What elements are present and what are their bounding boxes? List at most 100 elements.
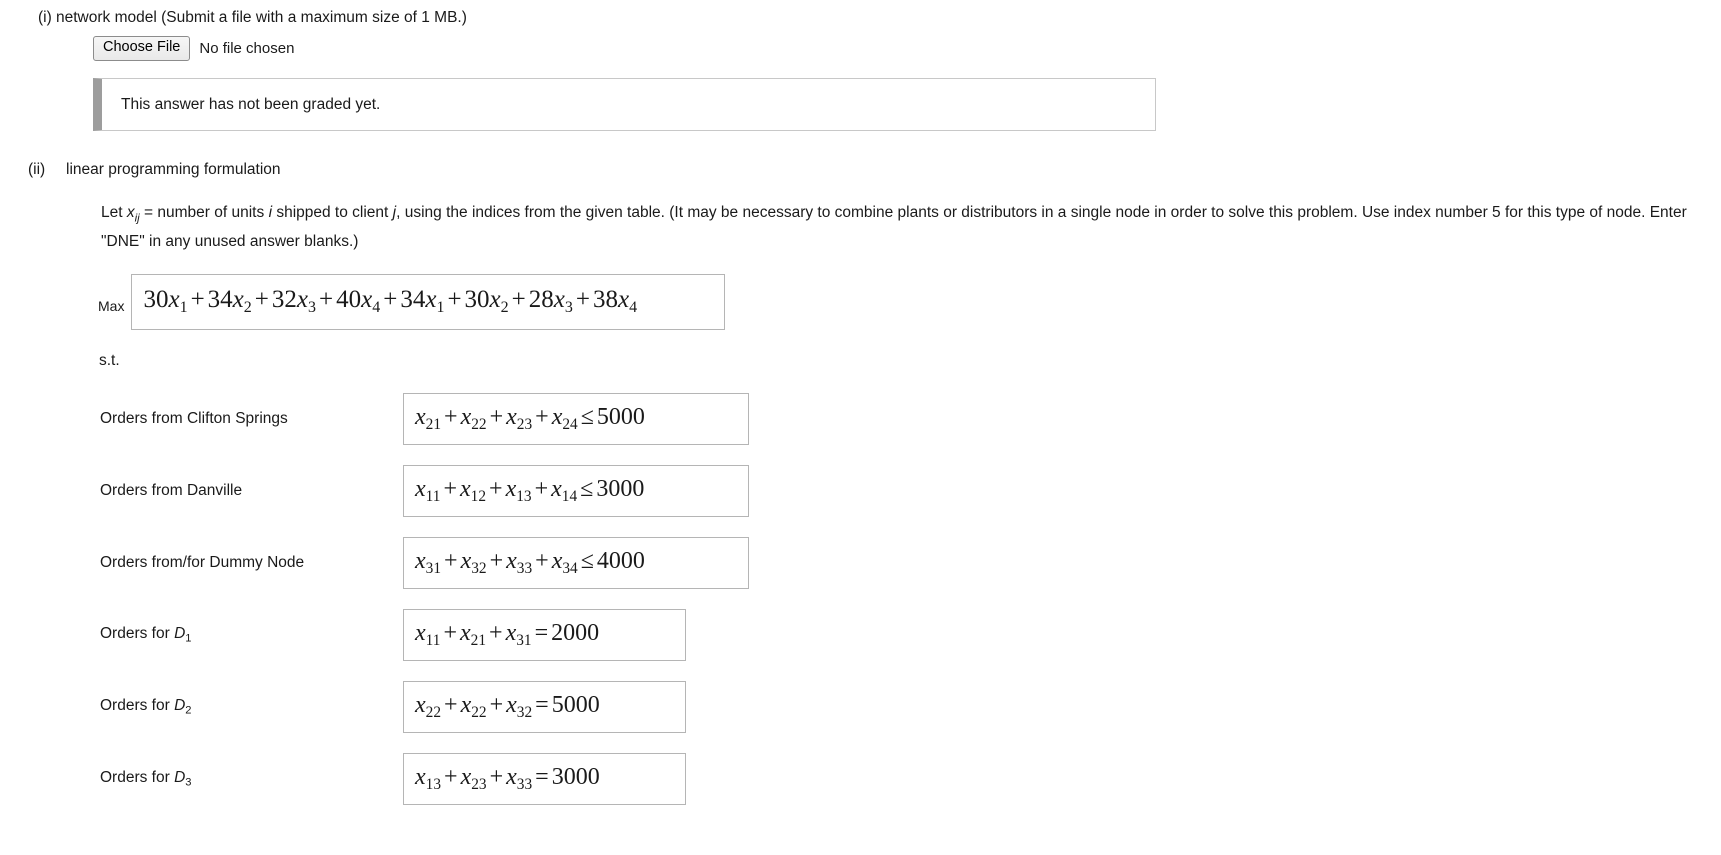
- part-i-marker: (i): [38, 9, 52, 26]
- plus-operator: +: [444, 691, 458, 718]
- math-term: x22: [415, 691, 442, 721]
- choose-file-button[interactable]: Choose File: [93, 36, 191, 61]
- grading-status-panel: This answer has not been graded yet.: [93, 78, 1156, 131]
- plus-operator: +: [443, 475, 457, 502]
- math-term: x32: [506, 691, 533, 721]
- constraint-label: Orders for D1: [100, 624, 192, 645]
- math-term: 30x1: [143, 285, 188, 317]
- instructions-line1-rest: = number of units: [144, 204, 265, 221]
- relation-operator: ≤: [580, 403, 594, 430]
- plus-operator: +: [489, 403, 504, 430]
- file-chosen-status: No file chosen: [199, 40, 295, 57]
- constraint-answer-box[interactable]: x21 + x22 + x23 + x24 ≤5000: [403, 392, 749, 445]
- plus-operator: +: [575, 285, 590, 313]
- plus-operator: +: [383, 285, 398, 313]
- math-term: x33: [506, 763, 533, 793]
- plus-operator: +: [489, 475, 503, 502]
- constraint-expression: x11 + x21 + x31 = 2000: [415, 621, 599, 648]
- part-ii-title: linear programming formulation: [66, 161, 281, 178]
- constraint-row: Orders from Danville x11 + x12 + x13 + x14 ≤3000: [0, 455, 1721, 527]
- math-term: x13: [415, 763, 442, 793]
- math-term: 40x4: [336, 285, 381, 317]
- constraint-answer-box[interactable]: x22 + x22 + x32 = 5000: [403, 680, 686, 733]
- math-term: x12: [460, 475, 487, 505]
- math-term: x21: [415, 403, 442, 433]
- constraint-expression: x11 + x12 + x13 + x14 ≤3000: [415, 477, 644, 504]
- relation-operator: =: [535, 763, 549, 790]
- math-term: x33: [506, 547, 533, 577]
- part-ii-marker: (ii): [28, 161, 46, 178]
- math-term: x23: [506, 403, 533, 433]
- plus-operator: +: [489, 619, 503, 646]
- constraint-rhs: 3000: [551, 763, 600, 790]
- constraint-answer-box[interactable]: x31 + x32 + x33 + x34 ≤4000: [403, 536, 749, 589]
- objective-expression: 30x1 +34x2 +32x3 +40x4 +34x1 +30x2 +28x3 +38x4: [143, 287, 637, 316]
- constraint-label: Orders from Clifton Springs: [100, 409, 288, 427]
- constraint-rhs: 2000: [551, 619, 600, 646]
- constraint-label: Orders for D2: [100, 696, 192, 717]
- math-term: x22: [460, 403, 487, 433]
- variable-subscript-ij: ij: [134, 212, 140, 225]
- math-term: 30x2: [464, 285, 509, 317]
- plus-operator: +: [254, 285, 269, 313]
- constraint-row: Orders for D1 x11 + x21 + x31 = 2000: [0, 599, 1721, 671]
- plus-operator: +: [443, 619, 457, 646]
- plus-operator: +: [489, 691, 504, 718]
- constraint-rhs: 3000: [596, 475, 645, 502]
- plus-operator: +: [535, 403, 549, 430]
- plus-operator: +: [444, 763, 458, 790]
- constraint-rhs: 5000: [596, 403, 645, 430]
- math-term: 32x3: [271, 285, 316, 317]
- plus-operator: +: [190, 285, 205, 313]
- objective-row: Max 30x1 +34x2 +32x3 +40x4 +34x1 +30x2 +28x3 +3…: [98, 273, 1721, 330]
- math-term: 34x1: [400, 285, 445, 317]
- constraint-rhs: 4000: [596, 547, 645, 574]
- constraint-label: Orders from Danville: [100, 481, 243, 499]
- math-term: x32: [460, 547, 487, 577]
- math-term: x31: [505, 619, 532, 649]
- objective-label: Max: [98, 297, 125, 314]
- file-upload-row: Choose File No file chosen: [93, 36, 1721, 61]
- math-term: x11: [415, 475, 441, 505]
- variable-x: x: [126, 204, 135, 221]
- constraint-label: Orders from/for Dummy Node: [100, 553, 305, 571]
- constraint-expression: x22 + x22 + x32 = 5000: [415, 693, 600, 720]
- math-term: 28x3: [528, 285, 573, 317]
- objective-answer-box[interactable]: 30x1 +34x2 +32x3 +40x4 +34x1 +30x2 +28x3 +38x4: [131, 273, 726, 330]
- subject-to-label: s.t.: [99, 351, 120, 369]
- math-term: x24: [551, 403, 578, 433]
- part-i-header: (i) network model (Submit a file with a …: [0, 0, 1721, 27]
- part-ii-header: (ii) linear programming formulation: [0, 160, 1721, 179]
- constraint-label: Orders for D3: [100, 768, 192, 789]
- instructions-paragraph: Let xij = number of units i shipped to c…: [101, 199, 1701, 256]
- plus-operator: +: [489, 547, 504, 574]
- constraint-answer-box[interactable]: x11 + x12 + x13 + x14 ≤3000: [403, 464, 749, 517]
- part-i-section: (i) network model (Submit a file with a …: [0, 0, 1721, 131]
- math-term: 34x2: [207, 285, 252, 317]
- math-term: x31: [415, 547, 442, 577]
- relation-operator: =: [534, 619, 549, 646]
- constraint-expression: x31 + x32 + x33 + x34 ≤4000: [415, 549, 645, 576]
- math-term: x14: [551, 475, 578, 505]
- constraint-answer-box[interactable]: x11 + x21 + x31 = 2000: [403, 608, 686, 661]
- instructions-mid2: , using the indices from the given table…: [396, 204, 1294, 221]
- math-term: x13: [505, 475, 532, 505]
- grading-status-text: This answer has not been graded yet.: [121, 95, 381, 113]
- plus-operator: +: [444, 403, 458, 430]
- constraint-rhs: 5000: [551, 691, 600, 718]
- constraints-list: Orders from Clifton Springs x21 + x22 + x23 + x…: [0, 383, 1721, 815]
- plus-operator: +: [444, 547, 458, 574]
- constraint-answer-box[interactable]: x13 + x23 + x33 = 3000: [403, 752, 686, 805]
- constraint-expression: x21 + x22 + x23 + x24 ≤5000: [415, 405, 645, 432]
- relation-operator: =: [535, 691, 549, 718]
- constraint-expression: x13 + x23 + x33 = 3000: [415, 765, 600, 792]
- plus-operator: +: [447, 285, 462, 313]
- constraint-row: Orders for D2 x22 + x22 + x32 = 5000: [0, 671, 1721, 743]
- math-term: 38x4: [592, 285, 638, 317]
- math-term: x23: [460, 763, 487, 793]
- part-ii-section: (ii) linear programming formulation Let …: [0, 160, 1721, 815]
- part-i-prompt: network model (Submit a file with a maxi…: [56, 9, 467, 26]
- math-term: x22: [460, 691, 487, 721]
- plus-operator: +: [534, 475, 549, 502]
- plus-operator: +: [511, 285, 526, 313]
